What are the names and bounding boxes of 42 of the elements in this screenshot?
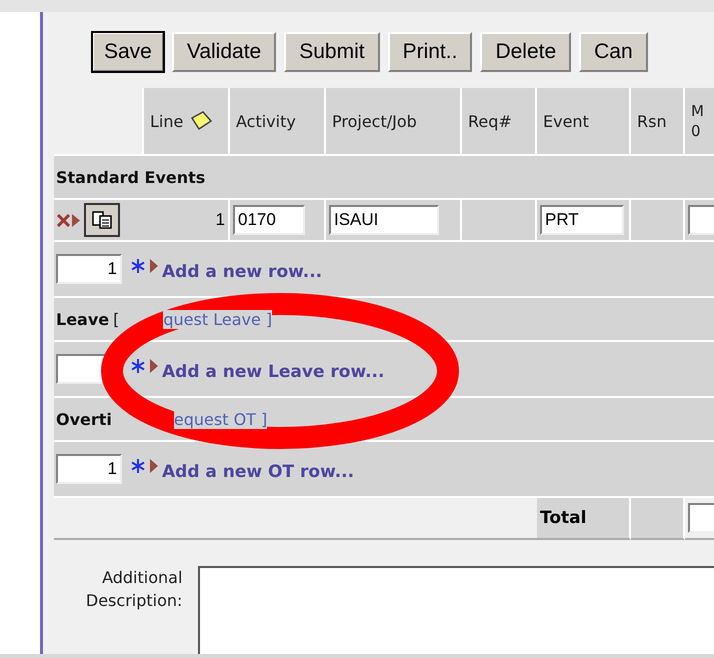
column-header: Rsn: [637, 112, 667, 130]
column-header: Line: [150, 112, 184, 130]
section-title: Overti: [55, 410, 112, 428]
add-row-link[interactable]: Add a new OT row...: [162, 462, 354, 482]
description-field[interactable]: [198, 566, 714, 654]
activity-field[interactable]: 0170: [233, 205, 305, 235]
request-link[interactable]: equest OT ]: [174, 410, 268, 428]
toolbar-button[interactable]: Save: [92, 32, 164, 72]
column-header: M 0: [691, 101, 705, 141]
column-header: Project/Job: [332, 112, 417, 130]
column-header: Req#: [468, 112, 512, 130]
project-field[interactable]: ISAUI: [329, 205, 439, 235]
asterisk-icon: [130, 458, 146, 474]
copy-icon: [91, 210, 113, 230]
column-header: Activity: [236, 112, 296, 130]
row-count-field[interactable]: 1: [56, 454, 122, 484]
add-row-link[interactable]: Add a new Leave row...: [162, 362, 384, 382]
toolbar-button[interactable]: Print..: [388, 32, 472, 72]
section-title: Leave: [55, 310, 110, 328]
copy-button[interactable]: [84, 203, 120, 237]
toolbar-button[interactable]: Can: [579, 32, 648, 72]
note-icon[interactable]: [189, 110, 214, 132]
triangle-icon: [150, 459, 158, 473]
request-link[interactable]: quest Leave ]: [163, 310, 272, 328]
toolbar-button[interactable]: Delete: [480, 32, 572, 72]
asterisk-icon: [130, 258, 146, 274]
delete-icon[interactable]: [57, 214, 70, 226]
total-label: Total: [537, 496, 631, 540]
column-header: Event: [543, 112, 589, 130]
section-title: Standard Events: [55, 168, 206, 186]
row-count-field[interactable]: 1: [56, 254, 122, 284]
event-field[interactable]: PRT: [540, 205, 624, 235]
table-cell: 1: [144, 198, 230, 240]
bracket-text: [: [113, 310, 120, 328]
toolbar-button[interactable]: Submit: [284, 32, 380, 72]
toolbar-button[interactable]: Validate: [172, 32, 276, 72]
asterisk-icon: [130, 358, 146, 374]
description-label: Additional Description:: [84, 567, 182, 612]
add-row-link[interactable]: Add a new row...: [162, 262, 322, 282]
triangle-icon: [150, 259, 158, 273]
triangle-icon: [150, 359, 158, 373]
triangle-icon: [72, 214, 80, 226]
